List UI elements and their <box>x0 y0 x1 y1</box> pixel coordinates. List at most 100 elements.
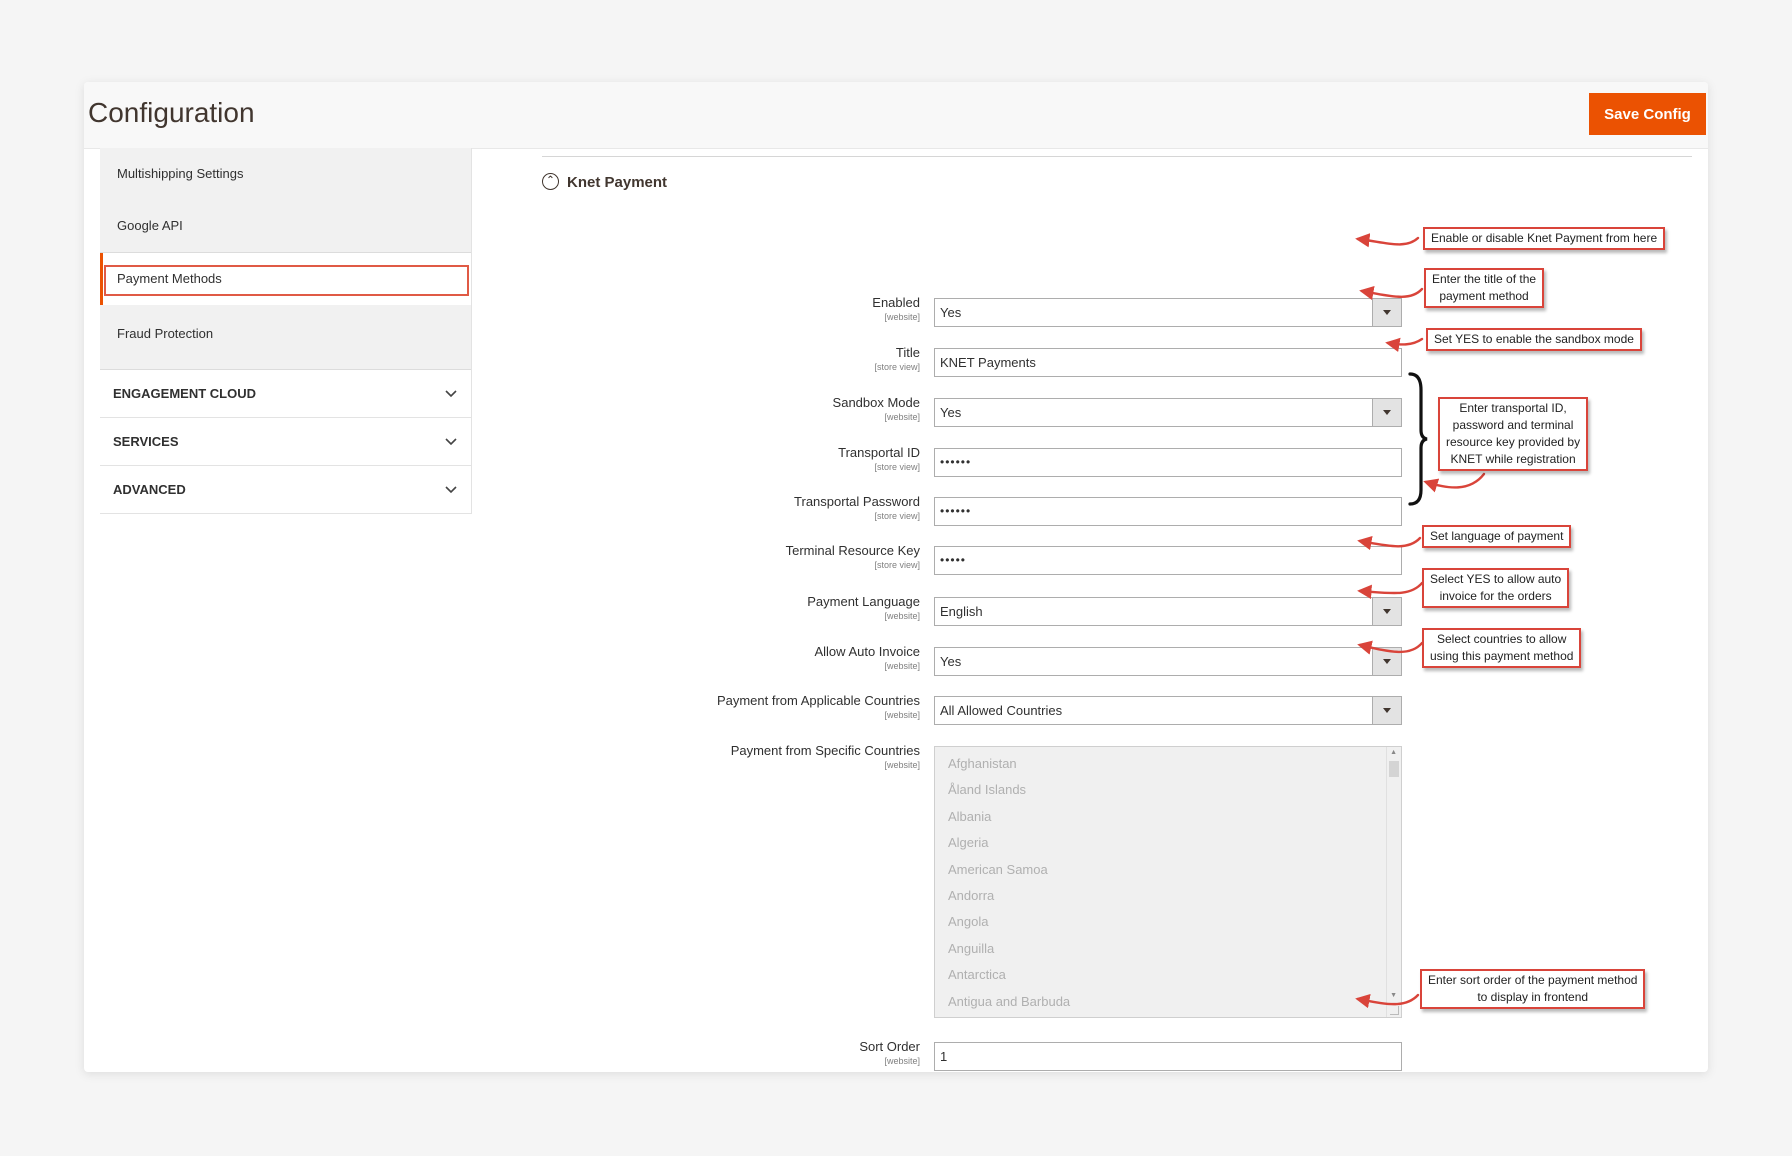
sidebar-item-label: Fraud Protection <box>117 326 214 341</box>
payment-language-select[interactable]: English <box>934 597 1402 626</box>
scroll-up-icon[interactable]: ▲ <box>1390 749 1397 756</box>
field-label-wrap: Sandbox Mode [website] <box>833 395 920 422</box>
field-label-wrap: Title [store view] <box>874 345 920 372</box>
field-label-wrap: Terminal Resource Key [store view] <box>786 543 920 570</box>
sidebar-item-label: Multishipping Settings <box>117 166 244 181</box>
sort-order-input[interactable]: 1 <box>934 1042 1402 1071</box>
section-label: ENGAGEMENT CLOUD <box>113 386 256 401</box>
select-value: Yes <box>940 305 962 320</box>
field-label-wrap: Sort Order [website] <box>859 1039 920 1066</box>
sidebar-section-services[interactable]: SERVICES <box>100 418 472 466</box>
field-label-wrap: Allow Auto Invoice [website] <box>814 644 920 671</box>
scroll-down-icon[interactable]: ▼ <box>1390 992 1397 999</box>
title-input[interactable]: KNET Payments <box>934 348 1402 377</box>
field-label: Transportal Password <box>794 494 920 509</box>
select-value: All Allowed Countries <box>940 703 1063 718</box>
field-label: Title <box>895 345 920 360</box>
field-label-wrap: Payment from Specific Countries [website… <box>731 743 920 770</box>
field-label: Payment from Applicable Countries <box>716 693 920 708</box>
field-scope: [website] <box>884 1056 920 1066</box>
field-label-wrap: Payment Language [website] <box>807 594 920 621</box>
section-label: SERVICES <box>113 434 179 449</box>
transportal-password-input[interactable]: •••••• <box>934 497 1402 526</box>
field-scope: [store view] <box>874 462 920 472</box>
field-label-wrap: Payment from Applicable Countries [websi… <box>717 693 920 720</box>
field-label-wrap: Transportal Password [store view] <box>794 494 920 521</box>
field-label: Payment from Specific Countries <box>730 743 920 758</box>
input-value: 1 <box>940 1049 948 1064</box>
field-label: Sort Order <box>859 1039 920 1054</box>
specific-countries-multiselect[interactable]: Afghanistan Åland Islands Albania Algeri… <box>934 746 1402 1018</box>
list-item[interactable]: Antigua and Barbuda <box>935 989 1401 1015</box>
allow-auto-invoice-select[interactable]: Yes <box>934 647 1402 676</box>
sandbox-mode-select[interactable]: Yes <box>934 398 1402 427</box>
field-scope: [website] <box>884 412 920 422</box>
resize-grip-icon[interactable] <box>1390 1006 1399 1015</box>
field-scope: [website] <box>884 611 920 621</box>
applicable-countries-select[interactable]: All Allowed Countries <box>934 696 1402 725</box>
input-value: •••••• <box>940 504 972 518</box>
list-item[interactable]: Algeria <box>935 830 1401 856</box>
input-value: •••••• <box>940 455 972 469</box>
list-item[interactable]: Angola <box>935 909 1401 935</box>
field-scope: [website] <box>884 760 920 770</box>
list-item[interactable]: Anguilla <box>935 936 1401 962</box>
list-item[interactable]: Albania <box>935 804 1401 830</box>
sidebar-item-multishipping[interactable]: Multishipping Settings <box>100 148 471 200</box>
sidebar-item-payment-methods[interactable]: Payment Methods <box>100 253 471 305</box>
sidebar-item-google-api[interactable]: Google API <box>100 200 471 253</box>
dropdown-arrow-icon <box>1372 399 1401 426</box>
field-label: Transportal ID <box>838 445 920 460</box>
chevron-down-icon <box>445 466 457 513</box>
field-scope: [website] <box>884 661 920 671</box>
field-label-wrap: Enabled [website] <box>872 295 920 322</box>
field-scope: [store view] <box>874 560 920 570</box>
section-title: Knet Payment <box>567 174 668 191</box>
list-item[interactable]: American Samoa <box>935 857 1401 883</box>
dropdown-arrow-icon <box>1372 648 1401 675</box>
field-scope: [website] <box>884 312 920 322</box>
section-toggle-knet[interactable]: ⌃ Knet Payment <box>542 171 667 195</box>
list-item[interactable]: Antarctica <box>935 962 1401 988</box>
sidebar-section-advanced[interactable]: ADVANCED <box>100 466 472 514</box>
divider <box>542 156 1692 157</box>
input-value: KNET Payments <box>940 355 1036 370</box>
field-label: Allow Auto Invoice <box>814 644 920 659</box>
select-value: Yes <box>940 654 962 669</box>
page-title: Configuration <box>88 97 255 128</box>
terminal-resource-key-input[interactable]: ••••• <box>934 546 1402 575</box>
input-value: ••••• <box>940 553 967 567</box>
page-header: Configuration Save Config <box>84 82 1708 149</box>
field-scope: [store view] <box>874 511 920 521</box>
field-label-wrap: Transportal ID [store view] <box>838 445 920 472</box>
transportal-id-input[interactable]: •••••• <box>934 448 1402 477</box>
chevron-down-icon <box>445 418 457 465</box>
chevron-down-icon <box>445 370 457 417</box>
sales-subgroup: Multishipping Settings Google API Paymen… <box>100 148 472 370</box>
list-item[interactable]: Åland Islands <box>935 777 1401 803</box>
list-item[interactable]: Andorra <box>935 883 1401 909</box>
config-sidebar: Multishipping Settings Google API Paymen… <box>100 148 472 514</box>
field-label: Payment Language <box>807 594 920 609</box>
field-scope: [website] <box>884 710 920 720</box>
dropdown-arrow-icon <box>1372 697 1401 724</box>
dropdown-arrow-icon <box>1372 598 1401 625</box>
field-scope: [store view] <box>874 362 920 372</box>
sidebar-section-engagement-cloud[interactable]: ENGAGEMENT CLOUD <box>100 370 472 418</box>
scrollbar[interactable]: ▲ ▼ <box>1386 747 1401 1017</box>
dropdown-arrow-icon <box>1372 299 1401 326</box>
scrollbar-thumb[interactable] <box>1389 761 1399 777</box>
save-config-button[interactable]: Save Config <box>1589 93 1706 135</box>
enabled-select[interactable]: Yes <box>934 298 1402 327</box>
sidebar-item-label: Payment Methods <box>117 271 222 286</box>
country-options: Afghanistan Åland Islands Albania Algeri… <box>935 747 1401 1015</box>
select-value: Yes <box>940 405 962 420</box>
section-label: ADVANCED <box>113 482 186 497</box>
collapse-icon: ⌃ <box>542 172 559 190</box>
sidebar-item-label: Google API <box>117 218 183 233</box>
select-value: English <box>940 604 983 619</box>
config-panel: Configuration Save Config Multishipping … <box>84 82 1708 1072</box>
field-label: Enabled <box>872 295 920 310</box>
sidebar-item-fraud-protection[interactable]: Fraud Protection <box>100 305 471 370</box>
list-item[interactable]: Afghanistan <box>935 751 1401 777</box>
